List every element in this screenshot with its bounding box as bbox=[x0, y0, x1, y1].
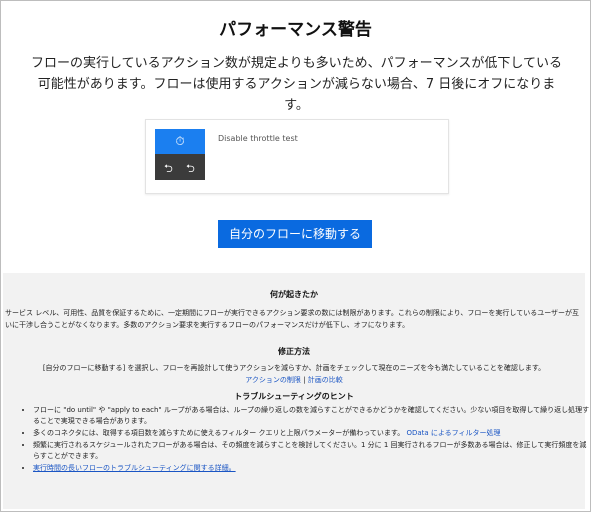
info-panel: 何が起きたか サービス レベル、可用性、品質を保証するために、一定期間にフローが… bbox=[3, 273, 589, 509]
how-to-fix-heading: 修正方法 bbox=[278, 347, 310, 356]
action-tile: ⮌ ⮌ bbox=[155, 154, 205, 180]
warning-description: フローの実行しているアクション数が規定よりも多いため、パフォーマンスが低下してい… bbox=[30, 56, 563, 113]
action-limits-link[interactable]: アクションの制限 bbox=[245, 376, 301, 384]
what-happened-body: サービス レベル、可用性、品質を保証するために、一定期間にフローが実行できるアク… bbox=[5, 309, 580, 329]
list-item: 多くのコネクタには、取得する項目数を減らすために使えるフィルター クエリと上限パ… bbox=[33, 428, 590, 439]
compare-plans-link[interactable]: 計画の比較 bbox=[308, 376, 343, 384]
go-to-my-flow-button[interactable]: 自分のフローに移動する bbox=[218, 220, 372, 248]
performance-warning-page: パフォーマンス警告 フローの実行しているアクション数が規定よりも多いため、パフォ… bbox=[0, 0, 591, 512]
list-item: フローに "do until" や "apply to each" ループがある… bbox=[33, 405, 590, 427]
flow-name: Disable throttle test bbox=[218, 134, 298, 143]
list-item: 頻繁に実行されるスケジュールされたフローがある場合は、その頻度を減らすことを検討… bbox=[33, 440, 590, 462]
link-separator: | bbox=[303, 376, 306, 384]
trigger-tile: ⏱ bbox=[155, 129, 205, 154]
how-to-fix-links: アクションの制限 | 計画の比較 bbox=[3, 374, 585, 386]
page-title: パフォーマンス警告 bbox=[219, 20, 372, 40]
odata-filter-link[interactable]: OData によるフィルター処理 bbox=[406, 429, 500, 437]
loop-icon: ⮌ bbox=[186, 162, 195, 175]
what-happened-heading: 何が起きたか bbox=[270, 290, 318, 299]
alarm-clock-icon: ⏱ bbox=[175, 134, 185, 148]
list-item: 実行時間の長いフローのトラブルシューティングに関する詳細。 bbox=[33, 463, 590, 474]
flow-preview-card: ⏱ ⮌ ⮌ Disable throttle test bbox=[145, 119, 449, 194]
how-to-fix-body: [自分のフローに移動する] を選択し、フローを再設計して使うアクションを減らすか… bbox=[42, 364, 546, 372]
long-running-flows-link[interactable]: 実行時間の長いフローのトラブルシューティングに関する詳細。 bbox=[33, 464, 236, 472]
troubleshooting-heading: トラブルシューティングのヒント bbox=[234, 392, 354, 401]
tips-list: フローに "do until" や "apply to each" ループがある… bbox=[19, 405, 590, 475]
loop-icon: ⮌ bbox=[164, 162, 173, 175]
